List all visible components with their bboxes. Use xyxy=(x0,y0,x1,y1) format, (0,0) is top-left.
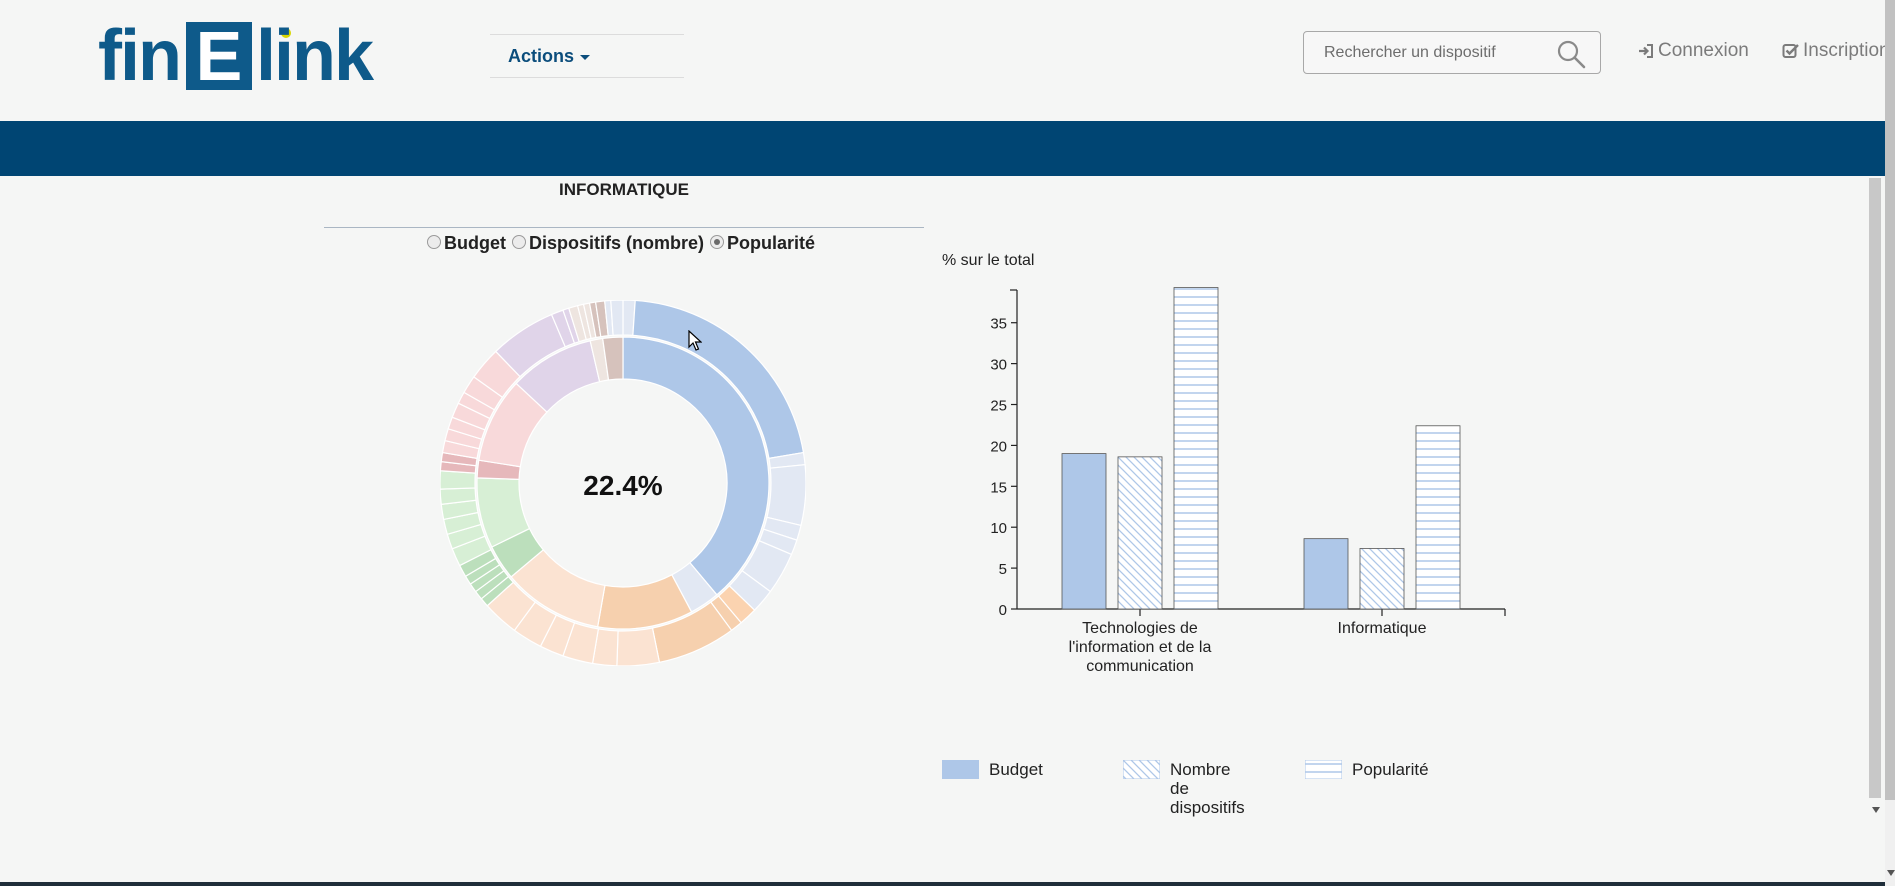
x-tick-label: Technologies de xyxy=(1082,620,1198,637)
x-tick-label: l'information et de la xyxy=(1069,639,1212,656)
login-link[interactable]: Connexion xyxy=(1637,40,1749,62)
header: fin E link Actions Connexion Inscription xyxy=(0,0,1890,121)
search-input[interactable] xyxy=(1314,32,1544,73)
bar-solid-1 xyxy=(1303,538,1349,610)
y-tick-label: 5 xyxy=(999,561,1007,578)
sign-in-icon xyxy=(1639,44,1653,58)
bar-horizontal-0 xyxy=(1173,287,1219,610)
radio-dispositifs-label[interactable]: Dispositifs (nombre) xyxy=(529,233,704,254)
sunburst-outer-segment[interactable] xyxy=(616,627,661,666)
logo-text-fin: fin xyxy=(98,16,182,96)
logo-letter-e: E xyxy=(186,21,252,91)
sunburst-outer-segment[interactable] xyxy=(610,300,624,336)
section-title: INFORMATIQUE xyxy=(558,180,689,199)
legend-swatch-budget xyxy=(942,760,979,779)
radio-dispositifs[interactable] xyxy=(512,235,526,249)
legend-swatch-nombre xyxy=(1123,760,1160,779)
x-tick-label: Informatique xyxy=(1338,620,1427,637)
legend-label-popularite: Popularité xyxy=(1352,760,1429,779)
panel-scrollbar[interactable] xyxy=(1869,178,1881,798)
login-label: Connexion xyxy=(1658,40,1749,61)
actions-dropdown[interactable]: Actions xyxy=(490,34,684,78)
y-tick-label: 15 xyxy=(990,479,1007,496)
chart-legend: Budget Nombre de dispositifs Popularité xyxy=(942,760,1542,850)
legend-item-popularite: Popularité xyxy=(1305,760,1442,779)
y-tick-label: 20 xyxy=(990,438,1007,455)
y-tick-label: 35 xyxy=(990,316,1007,333)
mouse-cursor-icon xyxy=(688,330,702,351)
radio-popularite-label[interactable]: Popularité xyxy=(727,233,815,254)
scroll-down-arrow-icon[interactable] xyxy=(1872,807,1880,813)
finelink-logo[interactable]: fin E link xyxy=(98,18,378,92)
signup-label: Inscription xyxy=(1803,40,1890,61)
bar-diagonal-0 xyxy=(1117,456,1163,610)
metric-radio-group: Budget Dispositifs (nombre) Popularité xyxy=(425,232,815,254)
radio-budget-label[interactable]: Budget xyxy=(444,233,506,254)
search-box xyxy=(1303,31,1601,74)
y-tick-label: 30 xyxy=(990,357,1007,374)
y-tick-label: 10 xyxy=(990,520,1007,537)
blue-banner xyxy=(0,121,1885,176)
window-scroll-down-arrow-icon[interactable] xyxy=(1887,870,1895,876)
bottom-border xyxy=(0,882,1885,886)
bar-chart: % sur le total 0 5 10 15 20 25 30 35 Technologie… xyxy=(942,252,1506,675)
title-divider xyxy=(324,227,924,228)
y-tick-label: 0 xyxy=(999,602,1007,619)
search-icon[interactable] xyxy=(1556,39,1586,69)
bar-diagonal-1 xyxy=(1359,548,1405,610)
window-scrollbar-thumb[interactable] xyxy=(1885,0,1895,800)
radio-budget[interactable] xyxy=(427,235,441,249)
legend-label-nombre: Nombre de dispositifs xyxy=(1170,760,1245,817)
caret-down-icon xyxy=(580,54,591,60)
donut-center-value: 22.4% xyxy=(583,470,663,501)
x-tick-label: communication xyxy=(1086,658,1194,675)
legend-label-budget: Budget xyxy=(989,760,1043,779)
legend-swatch-popularite xyxy=(1305,760,1342,779)
signup-link[interactable]: Inscription xyxy=(1782,40,1890,62)
logo-text-link: link xyxy=(256,16,374,96)
legend-item-budget: Budget xyxy=(942,760,1079,779)
check-square-icon xyxy=(1782,44,1799,58)
actions-label: Actions xyxy=(508,45,575,66)
y-axis-title: % sur le total xyxy=(942,252,1034,269)
bar-solid-0 xyxy=(1061,453,1107,610)
sunburst-outer-segment[interactable] xyxy=(766,464,806,527)
bar-horizontal-1 xyxy=(1415,425,1461,610)
radio-popularite[interactable] xyxy=(710,235,725,249)
y-tick-label: 25 xyxy=(990,398,1007,415)
sunburst-outer-segment[interactable] xyxy=(440,470,476,490)
legend-item-nombre: Nombre de dispositifs xyxy=(1123,760,1260,817)
